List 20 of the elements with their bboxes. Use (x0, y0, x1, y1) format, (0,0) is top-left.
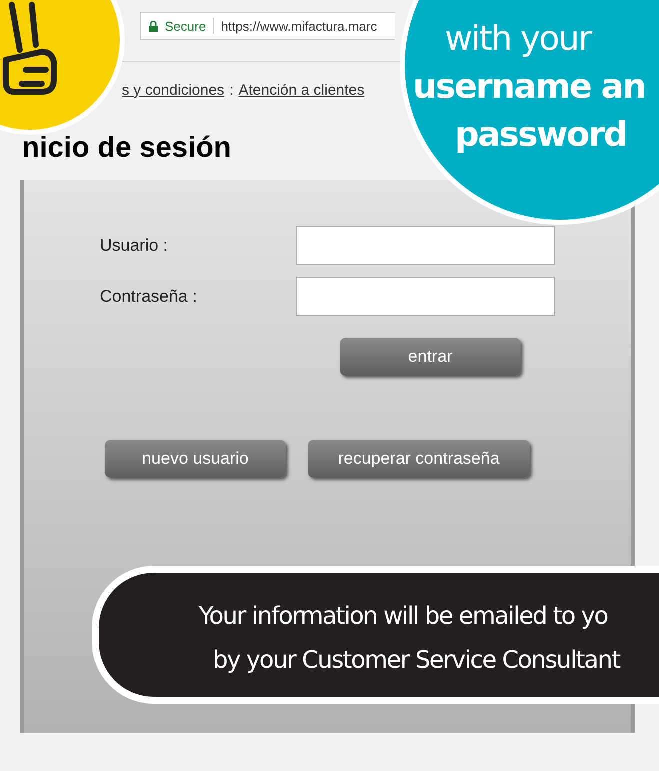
field-label: Usuario : (100, 236, 170, 256)
terms-link[interactable]: s y condiciones (122, 82, 225, 112)
new-user-button[interactable]: nuevo usuario (105, 440, 286, 478)
address-bar[interactable]: Secure https://www.mifactura.marc (140, 12, 395, 40)
link-separator: : (230, 82, 234, 101)
secure-label: Secure (165, 18, 206, 34)
lock-icon (149, 20, 158, 32)
callout-text: with your (445, 18, 591, 61)
callout-text: username an (413, 66, 646, 109)
callout-text: password (455, 114, 627, 157)
url-text: https://www.mifactura.marc (221, 18, 378, 34)
recover-password-button[interactable]: recuperar contraseña (308, 440, 530, 478)
username-field[interactable] (296, 226, 555, 265)
support-link[interactable]: Atención a clientes (238, 82, 365, 112)
page-title: nicio de sesión (22, 132, 232, 166)
banner-text: by your Customer Service Consultant (213, 645, 622, 676)
field-label: Contraseña : (100, 286, 198, 306)
password-field[interactable] (296, 277, 555, 316)
banner-text: Your information will be emailed to yo (199, 601, 609, 632)
login-button[interactable]: entrar (340, 338, 521, 376)
